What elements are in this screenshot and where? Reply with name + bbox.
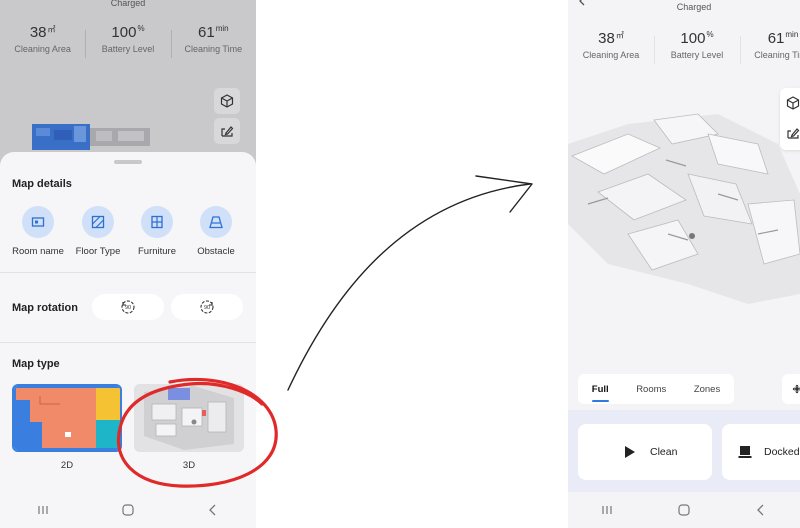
rotate-left-button[interactable]: 90 xyxy=(92,294,164,320)
stat-label: Cleaning Time xyxy=(184,44,243,54)
stat-value: 61 xyxy=(767,30,785,47)
floor-type-icon xyxy=(91,215,105,229)
map-settings-sheet: Map details Room name Floor Type Furnitu… xyxy=(0,152,256,528)
detail-obstacle[interactable]: Obstacle xyxy=(186,206,246,257)
stat-value: 100 xyxy=(680,30,706,47)
stat-cleaning-time: 61min Cleaning Time xyxy=(170,24,256,58)
divider xyxy=(0,272,256,273)
stat-unit: min xyxy=(785,30,799,39)
stat-cleaning-time: 61min Cleaning Time xyxy=(740,30,800,64)
detail-floor-type[interactable]: Floor Type xyxy=(68,206,128,257)
rotate-right-button[interactable]: 90 xyxy=(171,294,243,320)
dock-icon xyxy=(738,446,752,458)
back-icon xyxy=(757,504,764,516)
left-phone-screen: Charged 38㎡ Cleaning Area 100% Battery L… xyxy=(0,0,256,528)
system-navbar xyxy=(568,492,800,528)
stats-row: 38㎡ Cleaning Area 100% Battery Level 61m… xyxy=(568,30,800,64)
comparison-canvas: Charged 38㎡ Cleaning Area 100% Battery L… xyxy=(0,0,800,528)
docked-label: Docked xyxy=(764,446,800,458)
stat-battery-level: 100% Battery Level xyxy=(654,30,740,64)
stat-value: 61 xyxy=(198,24,215,41)
back-button[interactable] xyxy=(193,500,233,520)
sheet-grabber[interactable] xyxy=(114,160,142,164)
stat-unit: min xyxy=(215,24,229,33)
stat-unit: % xyxy=(137,24,145,33)
stat-unit: ㎡ xyxy=(47,25,56,34)
back-icon xyxy=(209,504,216,516)
annotation-arrow xyxy=(287,183,531,391)
room-name-icon xyxy=(31,217,45,227)
map-3d-preview xyxy=(134,384,244,452)
fan-icon xyxy=(792,384,800,394)
stats-row: 38㎡ Cleaning Area 100% Battery Level 61m… xyxy=(0,24,256,58)
back-button[interactable] xyxy=(741,500,781,520)
divider xyxy=(0,342,256,343)
obstacle-icon xyxy=(209,216,223,229)
rotate-right-icon: 90 xyxy=(200,300,214,314)
home-button[interactable] xyxy=(664,500,704,520)
clean-label: Clean xyxy=(650,446,678,458)
stat-value: 38 xyxy=(29,24,47,41)
map-3d-view[interactable] xyxy=(568,104,800,304)
tab-full[interactable]: Full xyxy=(591,384,609,402)
home-button[interactable] xyxy=(108,500,148,520)
svg-text:90: 90 xyxy=(204,305,210,311)
detail-label: Obstacle xyxy=(197,246,235,257)
map-type-2d-label: 2D xyxy=(60,460,74,471)
detail-furniture[interactable]: Furniture xyxy=(127,206,187,257)
edit-map-button[interactable] xyxy=(214,118,240,144)
cube-icon xyxy=(220,94,234,108)
stat-unit: % xyxy=(706,30,714,39)
right-phone-screen: Charged 38㎡ Cleaning Area 100% Battery L… xyxy=(568,0,800,528)
stat-label: Battery Level xyxy=(101,44,155,54)
map-details-title: Map details xyxy=(12,178,72,190)
stat-label: Cleaning Time xyxy=(754,50,800,60)
detail-label: Floor Type xyxy=(75,246,121,257)
stat-label: Cleaning Area xyxy=(14,44,71,54)
action-panel: Clean Docked xyxy=(568,410,800,492)
svg-text:90: 90 xyxy=(125,305,131,311)
map-rotation-title: Map rotation xyxy=(12,302,78,314)
recents-button[interactable] xyxy=(587,500,627,520)
mode-settings-button[interactable] xyxy=(782,374,800,404)
recents-button[interactable] xyxy=(23,500,63,520)
map-type-title: Map type xyxy=(12,358,60,370)
home-icon xyxy=(678,504,690,516)
map-2d-preview xyxy=(14,386,120,450)
clean-button[interactable]: Clean xyxy=(578,424,712,480)
stat-value: 38 xyxy=(598,30,615,47)
tab-rooms[interactable]: Rooms xyxy=(636,384,666,395)
recents-icon xyxy=(602,506,612,514)
status-text: Charged xyxy=(110,0,146,8)
home-icon xyxy=(122,504,134,516)
play-icon xyxy=(625,446,635,458)
stat-label: Cleaning Area xyxy=(582,50,640,60)
map-type-3d-label: 3D xyxy=(182,460,196,471)
map-tabs: Full Rooms Zones xyxy=(578,374,734,404)
stat-unit: ㎡ xyxy=(615,31,624,40)
edit-map-icon xyxy=(221,126,234,137)
stat-cleaning-area: 38㎡ Cleaning Area xyxy=(0,24,85,54)
stat-label: Battery Level xyxy=(670,50,724,60)
mini-map xyxy=(32,124,150,150)
stat-value: 100 xyxy=(111,24,137,41)
status-text: Charged xyxy=(676,2,712,12)
map-type-2d-option[interactable] xyxy=(12,384,122,452)
furniture-icon xyxy=(151,215,163,229)
detail-label: Room name xyxy=(12,246,64,257)
map-type-3d-option[interactable] xyxy=(134,384,244,452)
rotate-left-icon: 90 xyxy=(121,300,135,314)
tab-zones[interactable]: Zones xyxy=(694,384,720,395)
recents-icon xyxy=(38,506,48,514)
detail-room-name[interactable]: Room name xyxy=(8,206,68,257)
system-navbar xyxy=(0,492,256,528)
stat-cleaning-area: 38㎡ Cleaning Area xyxy=(568,30,654,60)
detail-label: Furniture xyxy=(137,246,176,257)
view-3d-button[interactable] xyxy=(214,88,240,114)
stat-battery-level: 100% Battery Level xyxy=(85,24,170,58)
docked-button[interactable]: Docked xyxy=(722,424,800,480)
arrow-head-icon xyxy=(475,175,533,213)
